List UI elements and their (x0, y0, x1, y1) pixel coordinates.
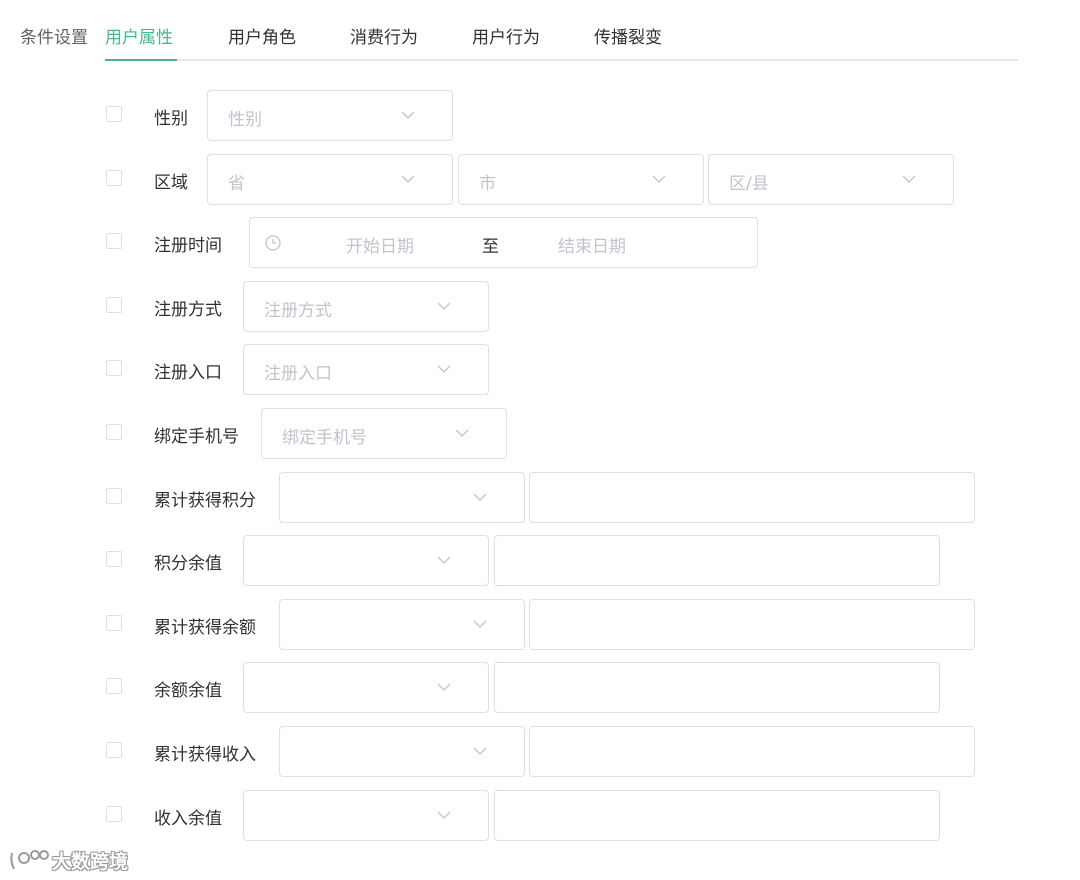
row-register-time: 注册时间 开始日期 至 结束日期 (0, 217, 1080, 268)
chevron-down-icon (436, 299, 452, 313)
operator-select[interactable] (279, 726, 525, 777)
select-placeholder: 注册方式 (264, 301, 332, 321)
row-checkbox[interactable] (106, 488, 122, 504)
bind-phone-select[interactable]: 绑定手机号 (261, 408, 507, 459)
select-placeholder: 性别 (228, 110, 262, 130)
tab-consumption-behavior[interactable]: 消费行为 (350, 23, 418, 48)
row-checkbox[interactable] (106, 424, 122, 440)
row-label: 积分余值 (154, 554, 222, 574)
select-placeholder: 区/县 (729, 174, 769, 194)
row-bind-phone: 绑定手机号 绑定手机号 (0, 408, 1080, 459)
row-label: 注册入口 (154, 363, 222, 383)
chevron-down-icon (651, 172, 667, 186)
tab-user-attributes[interactable]: 用户属性 (105, 23, 173, 48)
chevron-down-icon (472, 490, 488, 504)
row-label: 累计获得积分 (154, 491, 256, 511)
row-checkbox[interactable] (106, 742, 122, 758)
row-label: 性别 (154, 109, 188, 129)
city-select[interactable]: 市 (458, 154, 704, 205)
row-checkbox[interactable] (106, 233, 122, 249)
value-input[interactable] (494, 535, 940, 586)
row-checkbox[interactable] (106, 360, 122, 376)
chevron-down-icon (472, 744, 488, 758)
value-input[interactable] (494, 662, 940, 713)
row-total-income: 累计获得收入 (0, 726, 1080, 777)
active-tab-indicator (105, 59, 177, 61)
row-checkbox[interactable] (106, 170, 122, 186)
value-input[interactable] (494, 790, 940, 841)
register-date-range[interactable]: 开始日期 至 结束日期 (249, 217, 758, 268)
row-label: 区域 (154, 173, 188, 193)
watermark: 大数跨境 (8, 845, 148, 875)
row-label: 注册方式 (154, 300, 222, 320)
register-method-select[interactable]: 注册方式 (243, 281, 489, 332)
row-points-balance: 积分余值 (0, 535, 1080, 586)
start-date-input[interactable]: 开始日期 (346, 232, 414, 257)
row-label: 绑定手机号 (154, 427, 239, 447)
operator-select[interactable] (279, 472, 525, 523)
chevron-down-icon (436, 680, 452, 694)
tab-bar: 用户属性 用户角色 消费行为 用户行为 传播裂变 (105, 14, 1018, 61)
tab-viral-spread[interactable]: 传播裂变 (594, 23, 662, 48)
conditions-label: 条件设置 (20, 28, 88, 48)
row-checkbox[interactable] (106, 615, 122, 631)
row-checkbox[interactable] (106, 678, 122, 694)
clock-icon (265, 235, 281, 251)
row-gender: 性别 性别 (0, 90, 1080, 141)
row-checkbox[interactable] (106, 551, 122, 567)
operator-select[interactable] (279, 599, 525, 650)
row-label: 收入余值 (154, 809, 222, 829)
select-placeholder: 市 (479, 174, 496, 194)
row-label: 累计获得收入 (154, 745, 256, 765)
operator-select[interactable] (243, 790, 489, 841)
chevron-down-icon (454, 426, 470, 440)
value-input[interactable] (529, 599, 975, 650)
chevron-down-icon (472, 617, 488, 631)
tab-user-behavior[interactable]: 用户行为 (472, 23, 540, 48)
chevron-down-icon (436, 362, 452, 376)
province-select[interactable]: 省 (207, 154, 453, 205)
operator-select[interactable] (243, 535, 489, 586)
tab-user-roles[interactable]: 用户角色 (228, 23, 296, 48)
watermark-text: 大数跨境 (52, 851, 129, 873)
select-placeholder: 省 (228, 174, 245, 194)
select-placeholder: 绑定手机号 (282, 428, 367, 448)
value-input[interactable] (529, 726, 975, 777)
operator-select[interactable] (243, 662, 489, 713)
row-balance-remaining: 余额余值 (0, 662, 1080, 713)
select-placeholder: 注册入口 (264, 364, 332, 384)
row-checkbox[interactable] (106, 806, 122, 822)
row-checkbox[interactable] (106, 297, 122, 313)
row-label: 注册时间 (154, 236, 222, 256)
row-total-points: 累计获得积分 (0, 472, 1080, 523)
value-input[interactable] (529, 472, 975, 523)
row-register-method: 注册方式 注册方式 (0, 281, 1080, 332)
row-label: 累计获得余额 (154, 618, 256, 638)
end-date-input[interactable]: 结束日期 (558, 232, 626, 257)
chevron-down-icon (400, 172, 416, 186)
gender-select[interactable]: 性别 (207, 90, 453, 141)
register-entry-select[interactable]: 注册入口 (243, 344, 489, 395)
range-separator: 至 (482, 237, 499, 257)
row-income-balance: 收入余值 (0, 790, 1080, 841)
district-select[interactable]: 区/县 (708, 154, 954, 205)
chevron-down-icon (400, 108, 416, 122)
row-region: 区域 省 市 区/县 (0, 154, 1080, 205)
row-label: 余额余值 (154, 681, 222, 701)
row-checkbox[interactable] (106, 106, 122, 122)
chevron-down-icon (436, 808, 452, 822)
row-register-entry: 注册入口 注册入口 (0, 344, 1080, 395)
chevron-down-icon (436, 553, 452, 567)
chevron-down-icon (901, 172, 917, 186)
watermark-logo-icon (10, 850, 49, 870)
row-total-balance: 累计获得余额 (0, 599, 1080, 650)
